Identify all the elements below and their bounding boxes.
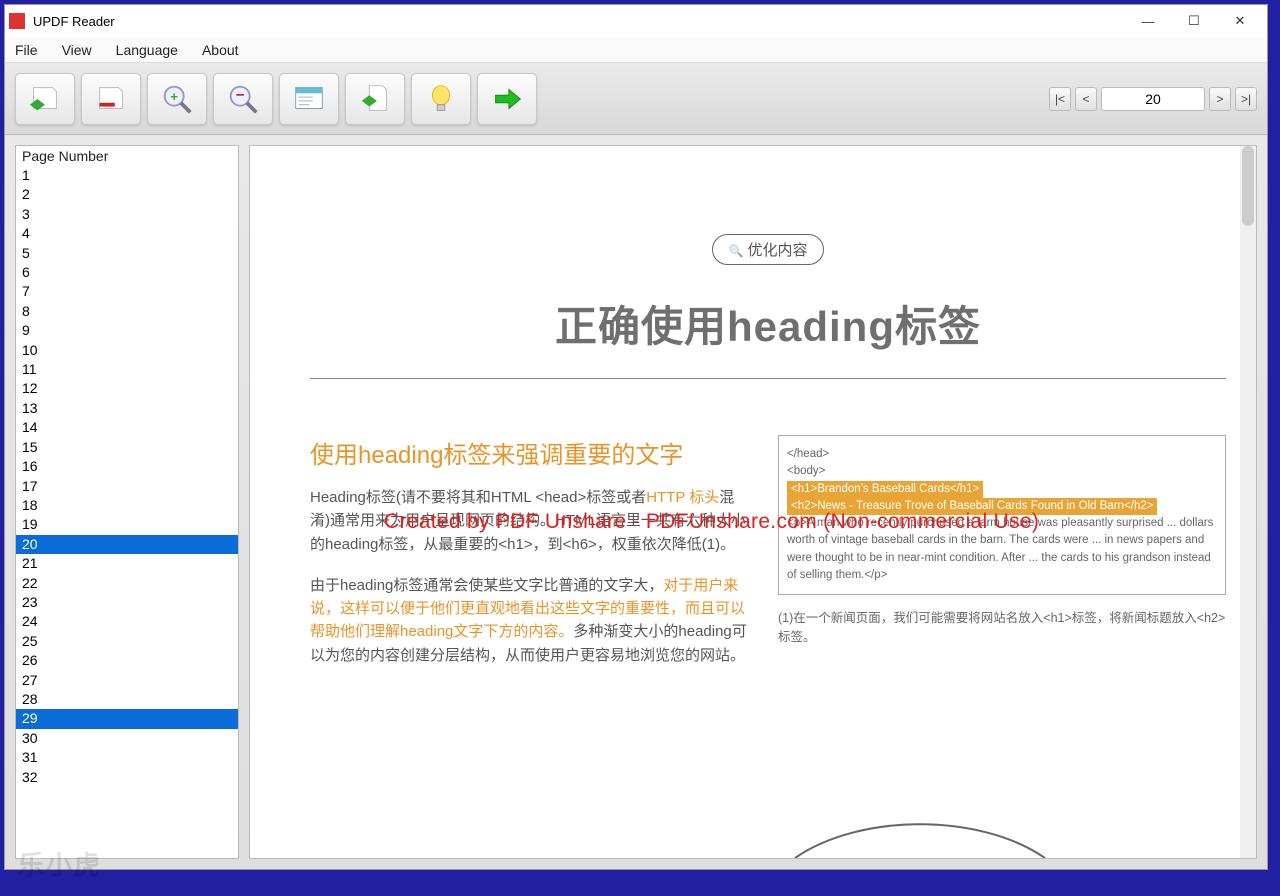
- page-list-item[interactable]: 26: [16, 651, 238, 670]
- pdf-page: 优化内容 正确使用heading标签 Created by PDF Unshar…: [310, 176, 1226, 858]
- paragraph-2: 由于heading标签通常会使某些文字比普通的文字大，对于用户来说，这样可以便于…: [310, 574, 750, 667]
- page-list-item[interactable]: 10: [16, 341, 238, 360]
- window-icon: [290, 80, 328, 118]
- close-button[interactable]: ✕: [1217, 5, 1263, 37]
- paragraph-1: Heading标签(请不要将其和HTML <head>标签或者HTTP 标头混淆…: [310, 486, 750, 556]
- page-list-item[interactable]: 2: [16, 185, 238, 204]
- page-title: 正确使用heading标签: [310, 293, 1226, 354]
- page-list-item[interactable]: 15: [16, 438, 238, 457]
- page-list-item[interactable]: 13: [16, 399, 238, 418]
- maximize-button[interactable]: ☐: [1171, 5, 1217, 37]
- tips-button[interactable]: [411, 73, 471, 125]
- page-list-item[interactable]: 20: [16, 535, 238, 554]
- export-button[interactable]: [345, 73, 405, 125]
- arrow-right-icon: [488, 80, 526, 118]
- zoom-out-button[interactable]: −: [213, 73, 273, 125]
- page-list-item[interactable]: 27: [16, 671, 238, 690]
- scrollbar-thumb[interactable]: [1242, 146, 1254, 226]
- decorative-curve: [790, 818, 1050, 859]
- toolbar: + − |< < > >|: [5, 63, 1267, 135]
- page-list-item[interactable]: 24: [16, 612, 238, 631]
- app-icon: [9, 13, 25, 29]
- page-list-item[interactable]: 4: [16, 224, 238, 243]
- code-caption: (1)在一个新闻页面，我们可能需要将网站名放入<h1>标签，将新闻标题放入<h2…: [778, 609, 1226, 647]
- page-list-item[interactable]: 25: [16, 632, 238, 651]
- zoom-in-icon: +: [158, 80, 196, 118]
- minimize-button[interactable]: —: [1125, 5, 1171, 37]
- menu-language[interactable]: Language: [116, 42, 178, 58]
- page-list-item[interactable]: 17: [16, 477, 238, 496]
- svg-text:−: −: [236, 86, 245, 103]
- page-list-sidebar: Page Number 1234567891011121314151617181…: [15, 145, 239, 859]
- page-list-item[interactable]: 23: [16, 593, 238, 612]
- page-list-item[interactable]: 28: [16, 690, 238, 709]
- zoom-out-icon: −: [224, 80, 262, 118]
- next-page-button[interactable]: >: [1209, 87, 1231, 111]
- category-pill: 优化内容: [712, 234, 825, 265]
- page-list-item[interactable]: 7: [16, 282, 238, 301]
- page-list-item[interactable]: 5: [16, 244, 238, 263]
- zoom-in-button[interactable]: +: [147, 73, 207, 125]
- app-window: UPDF Reader — ☐ ✕ File View Language Abo…: [4, 4, 1268, 870]
- next-button[interactable]: [477, 73, 537, 125]
- page-list-item[interactable]: 21: [16, 554, 238, 573]
- page-list[interactable]: 1234567891011121314151617181920212223242…: [16, 166, 238, 858]
- menubar: File View Language About: [5, 37, 1267, 63]
- export-icon: [356, 80, 394, 118]
- fit-window-button[interactable]: [279, 73, 339, 125]
- page-list-item[interactable]: 6: [16, 263, 238, 282]
- pdf-viewer: 优化内容 正确使用heading标签 Created by PDF Unshar…: [249, 145, 1257, 859]
- code-example: </head> <body> <h1>Brandon's Baseball Ca…: [778, 435, 1226, 595]
- close-file-button[interactable]: [81, 73, 141, 125]
- page-list-item[interactable]: 32: [16, 768, 238, 787]
- app-title: UPDF Reader: [33, 14, 1125, 29]
- menu-view[interactable]: View: [62, 42, 92, 58]
- page-number-input[interactable]: [1101, 87, 1205, 111]
- content-area: Page Number 1234567891011121314151617181…: [5, 135, 1267, 869]
- page-nav: |< < > >|: [1049, 87, 1257, 111]
- last-page-button[interactable]: >|: [1235, 87, 1257, 111]
- page-list-item[interactable]: 9: [16, 321, 238, 340]
- page-list-item[interactable]: 29: [16, 709, 238, 728]
- divider: [310, 378, 1226, 379]
- page-list-item[interactable]: 16: [16, 457, 238, 476]
- page-list-item[interactable]: 31: [16, 748, 238, 767]
- page-list-item[interactable]: 12: [16, 379, 238, 398]
- close-file-icon: [92, 80, 130, 118]
- page-list-item[interactable]: 1: [16, 166, 238, 185]
- page-list-item[interactable]: 30: [16, 729, 238, 748]
- corner-watermark: 乐小虎: [18, 845, 102, 882]
- page-list-item[interactable]: 19: [16, 515, 238, 534]
- page-list-item[interactable]: 22: [16, 574, 238, 593]
- page-list-item[interactable]: 18: [16, 496, 238, 515]
- scrollbar[interactable]: [1240, 146, 1256, 858]
- first-page-button[interactable]: |<: [1049, 87, 1071, 111]
- page-list-item[interactable]: 3: [16, 205, 238, 224]
- svg-text:+: +: [170, 88, 178, 103]
- prev-page-button[interactable]: <: [1075, 87, 1097, 111]
- titlebar: UPDF Reader — ☐ ✕: [5, 5, 1267, 37]
- open-file-button[interactable]: [15, 73, 75, 125]
- menu-about[interactable]: About: [202, 42, 239, 58]
- sidebar-header: Page Number: [16, 146, 238, 166]
- page-list-item[interactable]: 11: [16, 360, 238, 379]
- page-list-item[interactable]: 8: [16, 302, 238, 321]
- page-list-item[interactable]: 14: [16, 418, 238, 437]
- lightbulb-icon: [422, 80, 460, 118]
- open-file-icon: [26, 80, 64, 118]
- section-heading: 使用heading标签来强调重要的文字: [310, 435, 750, 470]
- menu-file[interactable]: File: [15, 42, 38, 58]
